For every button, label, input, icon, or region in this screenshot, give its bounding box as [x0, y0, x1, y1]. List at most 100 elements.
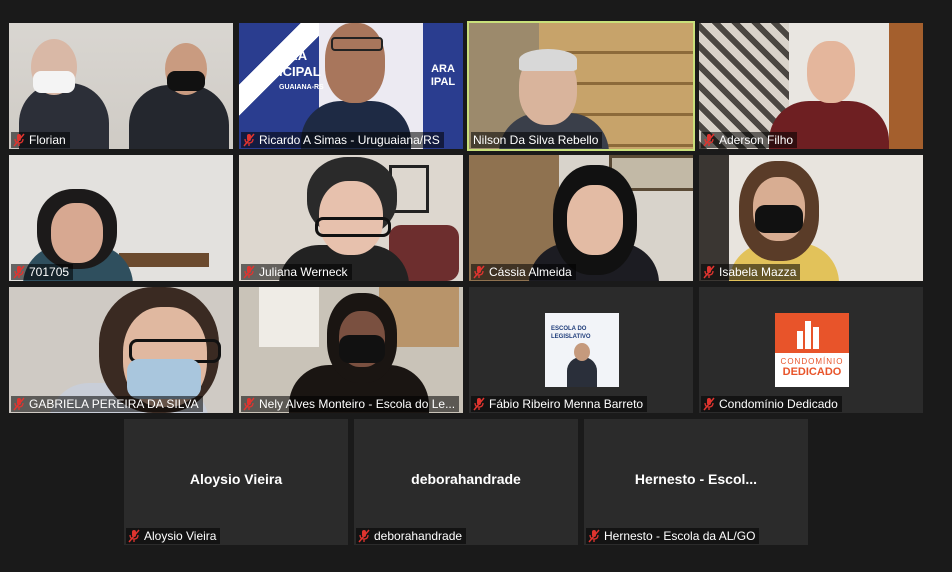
participant-tile-ricardo[interactable]: ARA ICIPAL GUAIANA-RS ARA IPAL Ricardo A… — [239, 23, 463, 149]
participant-tile-isabela[interactable]: Isabela Mazza — [699, 155, 923, 281]
muted-mic-icon — [703, 133, 715, 147]
participant-name: Fábio Ribeiro Menna Barreto — [489, 397, 644, 411]
muted-mic-icon — [473, 265, 485, 279]
participant-name: GABRIELA PEREIRA DA SILVA — [29, 397, 199, 411]
participant-name: Nely Alves Monteiro - Escola do Le... — [259, 397, 456, 411]
video-feed — [469, 155, 693, 281]
participant-name: Cássia Almeida — [489, 265, 572, 279]
participant-tile-juliana[interactable]: Juliana Werneck — [239, 155, 463, 281]
person-2-mask — [167, 71, 205, 91]
dark-edge — [699, 155, 729, 281]
name-tag: Hernesto - Escola da AL/GO — [586, 528, 760, 544]
name-tag: Juliana Werneck — [241, 264, 352, 280]
profile-person — [567, 357, 597, 387]
muted-mic-icon — [703, 397, 715, 411]
glasses — [331, 37, 383, 51]
participant-name: Aderson Filho — [719, 133, 794, 147]
center-display-name: Hernesto - Escol... — [634, 471, 758, 487]
name-tag: 701705 — [11, 264, 74, 280]
profile-picture: ESCOLA DO LEGISLATIVO — [545, 313, 619, 387]
participant-name: Florian — [29, 133, 66, 147]
participant-tile-deborah[interactable]: deborahandrade deborahandrade — [354, 419, 578, 545]
participant-name: deborahandrade — [374, 529, 463, 543]
muted-mic-icon — [13, 265, 25, 279]
muted-mic-icon — [703, 265, 715, 279]
muted-mic-icon — [243, 397, 255, 411]
name-tag: Isabela Mazza — [701, 264, 801, 280]
participant-name: Nilson Da Silva Rebello — [473, 133, 599, 147]
participant-tile-aderson[interactable]: Aderson Filho — [699, 23, 923, 149]
name-tag: Cássia Almeida — [471, 264, 576, 280]
muted-mic-icon — [243, 133, 255, 147]
video-feed — [9, 287, 233, 413]
participant-tile-hernesto[interactable]: Hernesto - Escol... Hernesto - Escola da… — [584, 419, 808, 545]
participant-tile-florian[interactable]: Florian — [9, 23, 233, 149]
wood-panel — [889, 23, 923, 149]
name-tag: Nely Alves Monteiro - Escola do Le... — [241, 396, 460, 412]
banner-text: IPAL — [430, 76, 456, 88]
profile-head — [574, 343, 590, 361]
center-display-name: Aloysio Vieira — [189, 471, 283, 487]
condo-line: CONDOMÍNIO — [780, 357, 844, 366]
name-tag: GABRIELA PEREIRA DA SILVA — [11, 396, 203, 412]
participant-tile-nely[interactable]: Nely Alves Monteiro - Escola do Le... — [239, 287, 463, 413]
name-tag: Condomínio Dedicado — [701, 396, 842, 412]
video-feed: CONDOMÍNIO DEDICADO — [699, 287, 923, 413]
video-feed: ESCOLA DO LEGISLATIVO — [469, 287, 693, 413]
logo-line: ESCOLA DO — [551, 326, 587, 332]
muted-mic-icon — [588, 529, 600, 543]
video-feed — [9, 23, 233, 149]
muted-mic-icon — [473, 397, 485, 411]
person-mask — [127, 359, 201, 399]
name-tag: deborahandrade — [356, 528, 467, 544]
name-tag: Aloysio Vieira — [126, 528, 221, 544]
video-feed — [239, 287, 463, 413]
participant-name: Isabela Mazza — [719, 265, 797, 279]
muted-mic-icon — [13, 397, 25, 411]
participant-name: Hernesto - Escola da AL/GO — [604, 529, 756, 543]
video-feed — [699, 23, 923, 149]
video-feed — [699, 155, 923, 281]
building-icon — [775, 313, 849, 353]
participant-tile-gabriela[interactable]: GABRIELA PEREIRA DA SILVA — [9, 287, 233, 413]
person-head — [567, 185, 623, 255]
participant-tile-fabio[interactable]: ESCOLA DO LEGISLATIVO Fábio Ribeiro Menn… — [469, 287, 693, 413]
participant-name: 701705 — [29, 265, 70, 279]
participant-name: Juliana Werneck — [259, 265, 348, 279]
muted-mic-icon — [358, 529, 370, 543]
person-2 — [129, 85, 229, 149]
person-1-mask — [33, 71, 75, 93]
condo-text: CONDOMÍNIO DEDICADO — [775, 357, 849, 378]
muted-mic-icon — [243, 265, 255, 279]
name-tag: Fábio Ribeiro Menna Barreto — [471, 396, 648, 412]
name-tag: Florian — [11, 132, 70, 148]
condo-line: DEDICADO — [782, 366, 842, 378]
banner-text: ARA — [431, 63, 455, 75]
person-head — [51, 203, 103, 263]
banner-right: ARA IPAL — [423, 23, 463, 149]
video-feed — [469, 23, 693, 149]
participant-tile-aloysio[interactable]: Aloysio Vieira Aloysio Vieira — [124, 419, 348, 545]
muted-mic-icon — [13, 133, 25, 147]
video-feed — [9, 155, 233, 281]
logo-line: LEGISLATIVO — [551, 334, 591, 340]
person-mask — [755, 205, 803, 233]
logo-text: ESCOLA DO LEGISLATIVO — [551, 325, 591, 341]
person-mask — [339, 335, 385, 363]
shelf — [119, 253, 209, 267]
participant-tile-nilson[interactable]: Nilson Da Silva Rebello — [467, 21, 695, 151]
video-feed: ARA ICIPAL GUAIANA-RS ARA IPAL — [239, 23, 463, 149]
participant-name: Condomínio Dedicado — [719, 397, 838, 411]
participant-name: Ricardo A Simas - Uruguaiana/RS — [259, 133, 440, 147]
name-tag: Aderson Filho — [701, 132, 798, 148]
participant-tile-cassia[interactable]: Cássia Almeida — [469, 155, 693, 281]
person-head — [325, 23, 385, 103]
whiteboard — [259, 287, 319, 347]
person-head — [807, 41, 855, 103]
name-tag: Ricardo A Simas - Uruguaiana/RS — [241, 132, 444, 148]
participant-tile-701705[interactable]: 701705 — [9, 155, 233, 281]
video-feed — [239, 155, 463, 281]
center-display-name: deborahandrade — [411, 471, 521, 487]
condo-logo: CONDOMÍNIO DEDICADO — [775, 313, 849, 387]
participant-tile-condominio[interactable]: CONDOMÍNIO DEDICADO Condomínio Dedicado — [699, 287, 923, 413]
